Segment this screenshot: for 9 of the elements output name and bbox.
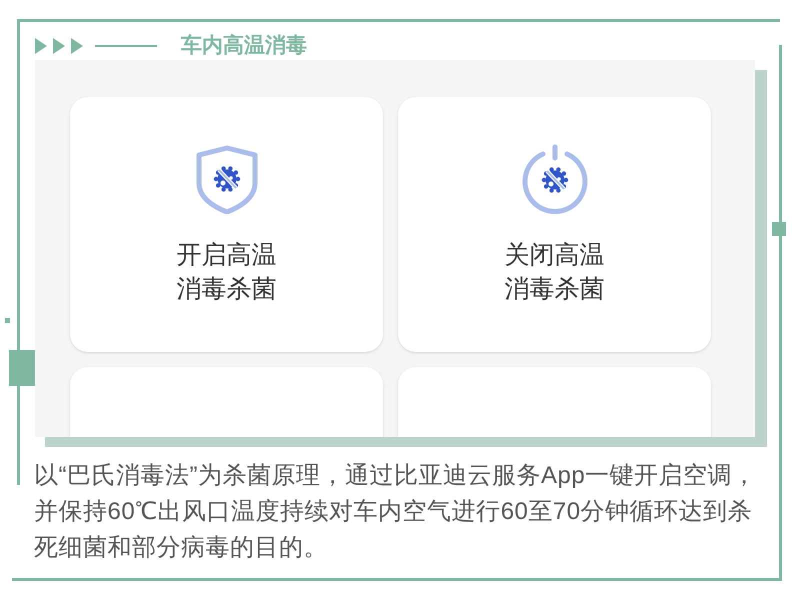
card-label: 开启高温 消毒杀菌	[176, 240, 276, 304]
triple-arrow-icon	[35, 38, 83, 54]
power-virus-icon	[520, 144, 588, 214]
feature-card[interactable]: 开启高温 消毒杀菌	[70, 97, 383, 352]
card-label: 关闭高温 消毒杀菌	[504, 240, 604, 304]
section-title: 车内高温消毒	[181, 32, 307, 59]
feature-card[interactable]: 关闭高温 消毒杀菌	[398, 97, 711, 352]
shield-virus-icon	[194, 144, 260, 214]
caption-text: 以“巴氏消毒法”为杀菌原理，通过比亚迪云服务App一键开启空调，并保持60℃出风口温度持续对车内空气进行60至70分钟循环达到杀死细菌和部分病毒的目的。	[34, 461, 758, 563]
